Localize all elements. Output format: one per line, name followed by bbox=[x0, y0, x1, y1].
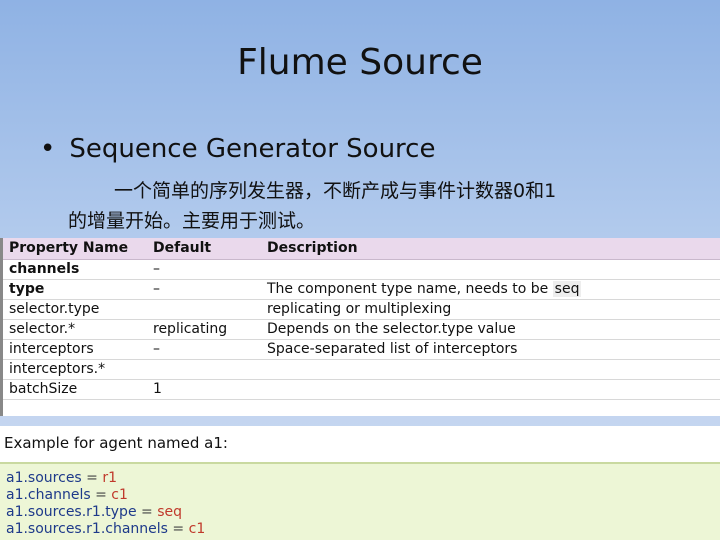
slide-title: Flume Source bbox=[237, 42, 483, 83]
properties-table-panel: Property Name Default Description channe… bbox=[0, 238, 720, 416]
table-row: batchSize 1 bbox=[3, 379, 720, 400]
description-cell: The component type name, needs to be seq bbox=[261, 279, 720, 300]
code-equals: = bbox=[167, 521, 189, 537]
code-value: c1 bbox=[188, 521, 206, 537]
code-line: a1.channels = c1 bbox=[6, 487, 720, 504]
example-label: Example for agent named a1: bbox=[4, 434, 228, 452]
description-text: Depends on the selector.type value bbox=[267, 321, 516, 337]
bullet-item: • Sequence Generator Source bbox=[40, 134, 435, 164]
description-cell bbox=[261, 359, 720, 380]
default-cell bbox=[147, 359, 261, 380]
code-key: a1.channels bbox=[6, 487, 91, 503]
table-body: channels – type – The component type name, n… bbox=[3, 259, 720, 400]
code-key: a1.sources bbox=[6, 470, 82, 486]
default-cell: – bbox=[147, 259, 261, 280]
code-key: a1.sources.r1.channels bbox=[6, 521, 168, 537]
table-header-row: Property Name Default Description bbox=[3, 238, 720, 260]
bullet-dot-icon: • bbox=[40, 134, 56, 164]
description-text: The component type name, needs to be bbox=[267, 281, 549, 297]
property-name-cell: interceptors bbox=[3, 339, 147, 360]
property-name-cell: selector.* bbox=[3, 319, 147, 340]
code-line: a1.sources.r1.type = seq bbox=[6, 504, 720, 521]
bullet-text: Sequence Generator Source bbox=[69, 134, 436, 164]
property-name-cell: channels bbox=[3, 259, 147, 280]
table-row: channels – bbox=[3, 259, 720, 280]
header-property-name: Property Name bbox=[3, 238, 147, 260]
description-text: replicating or multiplexing bbox=[267, 301, 452, 317]
description-line-1: 一个简单的序列发生器，不断产成与事件计数器0和1 bbox=[114, 180, 557, 202]
default-cell bbox=[147, 299, 261, 320]
property-name-cell: interceptors.* bbox=[3, 359, 147, 380]
default-cell: replicating bbox=[147, 319, 261, 340]
property-name-cell: selector.type bbox=[3, 299, 147, 320]
properties-table: Property Name Default Description channe… bbox=[3, 238, 720, 400]
inline-code: seq bbox=[552, 281, 582, 297]
code-value: seq bbox=[157, 504, 182, 520]
config-code-block: a1.sources = r1 a1.channels = c1 a1.source… bbox=[0, 462, 720, 540]
table-row: type – The component type name, needs to b… bbox=[3, 279, 720, 300]
code-equals: = bbox=[136, 504, 158, 520]
table-row: interceptors.* bbox=[3, 359, 720, 380]
default-cell: 1 bbox=[147, 379, 261, 400]
header-description: Description bbox=[261, 238, 720, 260]
description-line-2: 的增量开始。主要用于测试。 bbox=[68, 210, 316, 232]
description-text: Space-separated list of interceptors bbox=[267, 341, 518, 357]
code-line: a1.sources = r1 bbox=[6, 470, 720, 487]
code-value: c1 bbox=[111, 487, 128, 503]
table-row: selector.type replicating or multiplexing bbox=[3, 299, 720, 320]
code-line: a1.sources.r1.channels = c1 bbox=[6, 521, 720, 538]
table-row: interceptors – Space-separated list of int… bbox=[3, 339, 720, 360]
code-value: r1 bbox=[102, 470, 118, 486]
property-name-cell: batchSize bbox=[3, 379, 147, 400]
property-name-cell: type bbox=[3, 279, 147, 300]
default-cell: – bbox=[147, 279, 261, 300]
default-cell: – bbox=[147, 339, 261, 360]
description: 一个简单的序列发生器，不断产成与事件计数器0和1 的增量开始。主要用于测试。 bbox=[68, 176, 710, 236]
code-key: a1.sources.r1.type bbox=[6, 504, 137, 520]
code-equals: = bbox=[90, 487, 112, 503]
header-default: Default bbox=[147, 238, 261, 260]
description-cell: replicating or multiplexing bbox=[261, 299, 720, 320]
description-cell: Space-separated list of interceptors bbox=[261, 339, 720, 360]
description-cell bbox=[261, 379, 720, 400]
description-cell: Depends on the selector.type value bbox=[261, 319, 720, 340]
description-cell bbox=[261, 259, 720, 280]
table-row: selector.* replicating Depends on the sele… bbox=[3, 319, 720, 340]
code-equals: = bbox=[81, 470, 103, 486]
